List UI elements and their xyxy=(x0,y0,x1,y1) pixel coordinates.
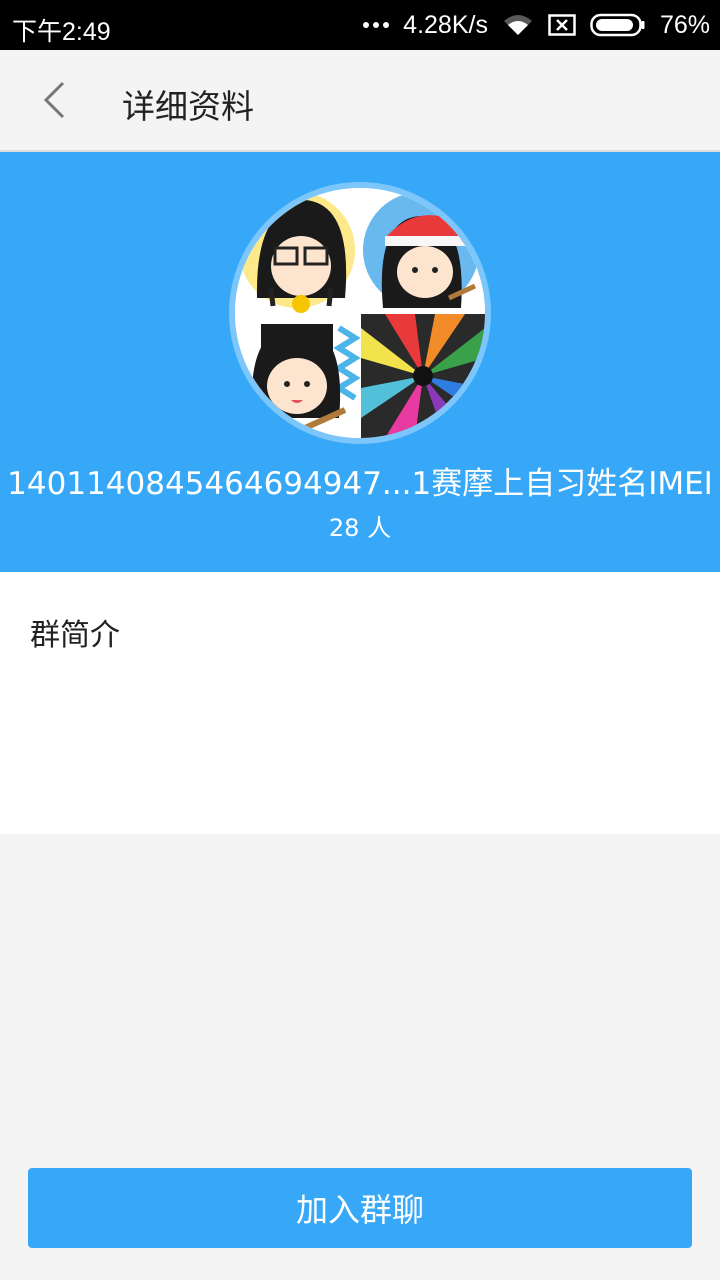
battery-percent: 76% xyxy=(659,10,710,39)
group-header: 14011408454646949​47...1赛摩上自习姓名IMEI 28 人 xyxy=(0,152,720,572)
avatar-collage xyxy=(235,188,485,438)
group-intro-section: 群简介 xyxy=(0,572,720,834)
avatar-tile-girl-guitar xyxy=(235,314,361,438)
join-group-button[interactable]: 加入群聊 xyxy=(28,1168,692,1248)
avatar-tile-girl-glasses xyxy=(235,188,359,313)
wifi-icon xyxy=(503,15,532,35)
status-time: 下午2:49 xyxy=(12,18,111,46)
group-avatar[interactable] xyxy=(229,182,491,444)
chevron-left-icon xyxy=(43,81,65,119)
group-intro-title: 群简介 xyxy=(30,618,120,653)
network-speed: 4.28K/s xyxy=(403,10,488,39)
avatar-tile-pencils xyxy=(361,314,485,438)
battery-icon xyxy=(590,13,645,37)
title-bar: 详细资料 xyxy=(0,50,720,152)
page-title: 详细资料 xyxy=(122,87,254,126)
status-icons: 4.28K/s 76% xyxy=(363,0,710,50)
back-button[interactable] xyxy=(26,72,82,128)
avatar-tile-girl-cap xyxy=(361,188,485,312)
member-count[interactable]: 28 人 xyxy=(0,508,720,543)
group-name: 14011408454646949​47...1赛摩上自习姓名IMEI xyxy=(7,466,713,502)
sim-blocked-icon xyxy=(548,14,576,36)
status-bar: 下午2:49 4.28K/s 76% xyxy=(0,0,720,50)
more-dots-icon xyxy=(363,22,390,28)
